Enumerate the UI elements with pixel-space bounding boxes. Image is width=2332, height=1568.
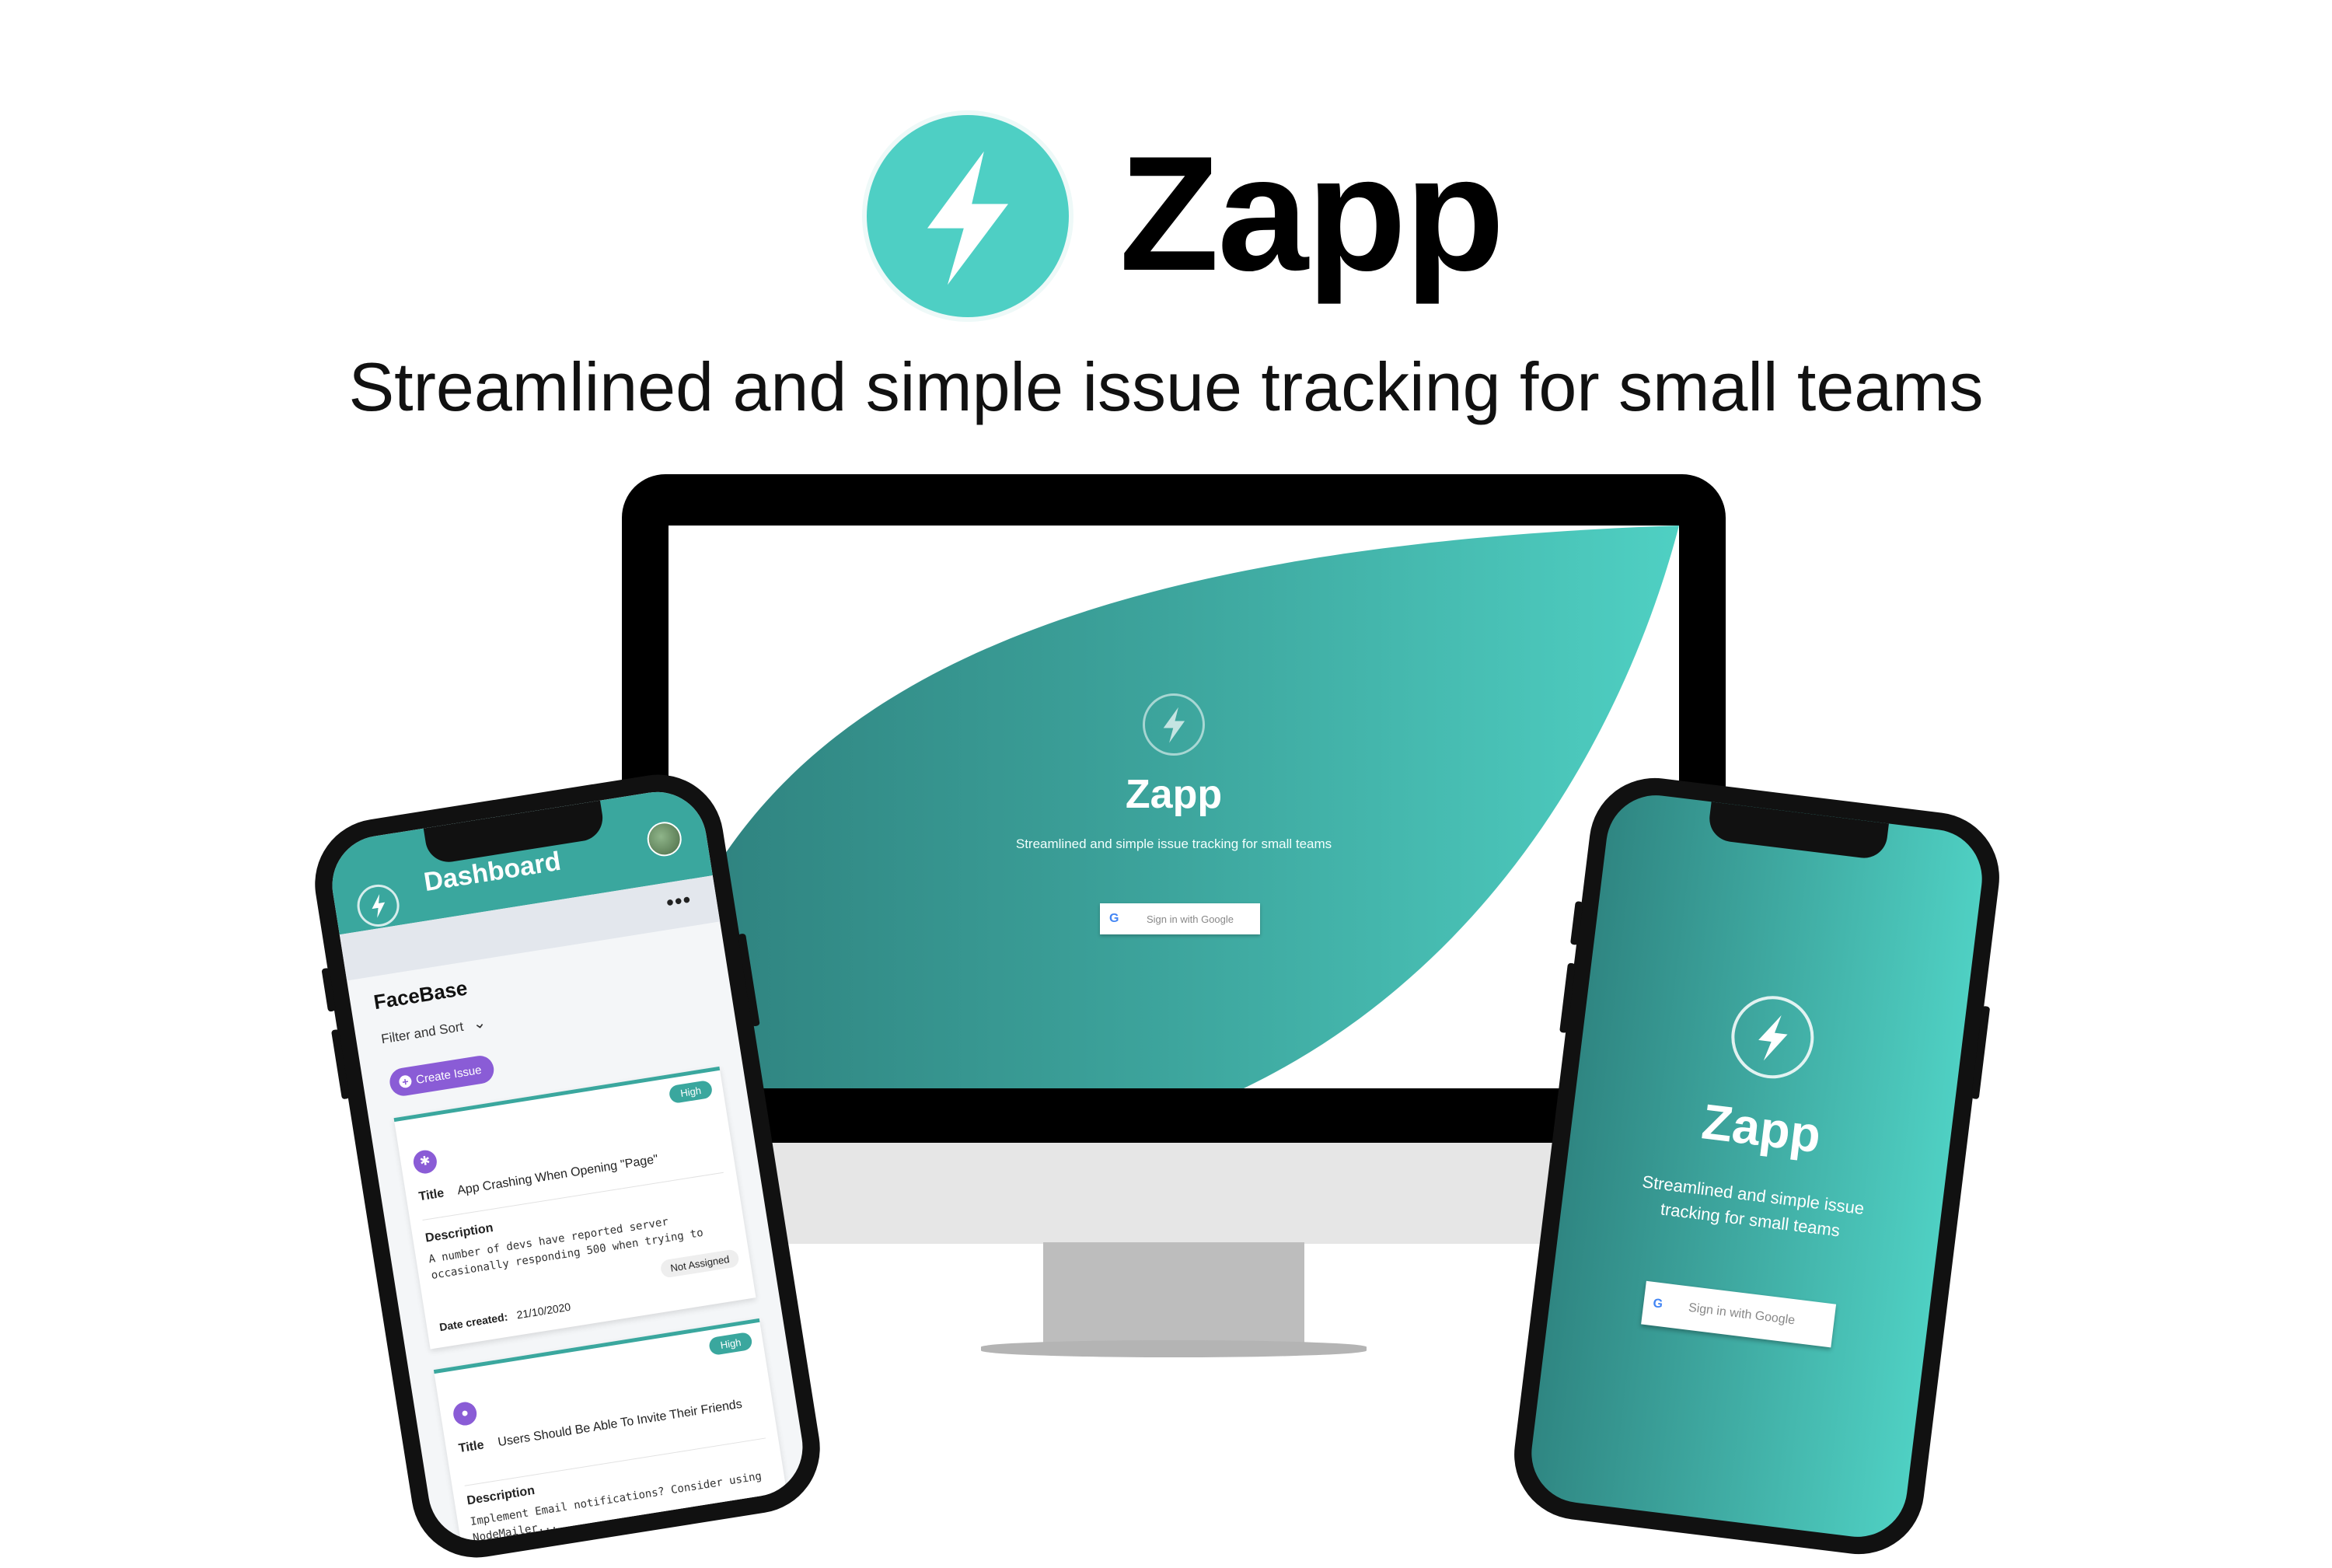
create-issue-button[interactable]: + Create Issue: [387, 1053, 496, 1098]
more-options-icon[interactable]: •••: [665, 887, 693, 916]
issue-title-row: Title Users Should Be Able To Invite The…: [458, 1395, 761, 1456]
monitor-stand-neck: [1043, 1242, 1304, 1343]
lightning-bolt-icon: [372, 894, 386, 918]
date-value: 21/10/2020: [515, 1300, 572, 1322]
zapp-logo: [867, 115, 1069, 317]
issue-card[interactable]: High ✱ Title App Crashing When Opening "…: [393, 1066, 756, 1350]
phone-side-button: [321, 967, 337, 1012]
description-label: Description: [466, 1483, 536, 1508]
desktop-subtitle: Streamlined and simple issue tracking fo…: [1015, 836, 1332, 851]
tagline: Streamlined and simple issue tracking fo…: [348, 348, 1984, 425]
phone-volume-button: [330, 1028, 350, 1100]
project-name: FaceBase: [372, 976, 470, 1014]
description-label: Description: [424, 1221, 494, 1245]
bug-icon: ✱: [411, 1148, 439, 1175]
lightning-bolt-icon: [1163, 707, 1185, 743]
desktop-logo: [1143, 693, 1205, 756]
desktop-app-title: Zapp: [1125, 772, 1223, 817]
app-name-heading: Zapp: [1119, 122, 1505, 305]
desktop-monitor: Zapp Streamlined and simple issue tracki…: [622, 474, 1726, 1143]
lightbulb-icon: ●: [452, 1400, 479, 1427]
mobile-signin-screen: Zapp Streamlined and simple issue tracki…: [1525, 789, 1988, 1543]
mobile-app-title: Zapp: [1698, 1093, 1824, 1164]
mobile-google-signin-button[interactable]: G Sign in with Google: [1641, 1280, 1837, 1348]
chevron-down-icon: ⌄: [471, 1014, 487, 1033]
priority-badge: High: [708, 1331, 753, 1357]
plus-icon: +: [398, 1074, 413, 1089]
date-created: Date created: 21/10/2020: [438, 1301, 571, 1334]
issue-title-row: Title App Crashing When Opening "Page": [418, 1143, 721, 1204]
google-icon: G: [1109, 912, 1119, 925]
mobile-logo: [1726, 991, 1819, 1084]
priority-badge: High: [668, 1079, 714, 1105]
desktop-google-signin-button[interactable]: G Sign in with Google: [1100, 903, 1260, 934]
assignee-badge[interactable]: Not Assigned: [659, 1248, 740, 1279]
issue-description: Implement Email notifications? Consider …: [469, 1469, 763, 1545]
phone-notch: [1706, 801, 1889, 861]
title-label: Title: [417, 1186, 445, 1204]
issue-card[interactable]: High ● Title Users Should Be Able To Inv…: [433, 1318, 791, 1548]
google-icon: G: [1652, 1297, 1663, 1311]
avatar[interactable]: [644, 819, 684, 859]
desktop-signin-screen: Zapp Streamlined and simple issue tracki…: [669, 526, 1679, 1088]
issue-title: App Crashing When Opening "Page": [456, 1152, 659, 1198]
phone-power-button: [1971, 1005, 1991, 1100]
title-label: Title: [457, 1438, 485, 1456]
filter-sort-dropdown[interactable]: Filter and Sort ⌄: [379, 1012, 487, 1048]
monitor-chin: [746, 1135, 1601, 1244]
signin-label: Sign in with Google: [1147, 913, 1234, 925]
date-label: Date created:: [438, 1310, 509, 1334]
filter-label: Filter and Sort: [380, 1018, 465, 1047]
mobile-subtitle: Streamlined and simple issue tracking fo…: [1641, 1172, 1866, 1241]
issue-title: Users Should Be Able To Invite Their Fri…: [497, 1397, 743, 1450]
signin-label: Sign in with Google: [1688, 1301, 1796, 1328]
lightning-bolt-icon: [1758, 1015, 1788, 1061]
dashboard-logo[interactable]: [354, 882, 403, 930]
lightning-bolt-icon: [927, 151, 1008, 285]
create-issue-label: Create Issue: [414, 1063, 483, 1087]
monitor-stand-base: [981, 1340, 1367, 1357]
